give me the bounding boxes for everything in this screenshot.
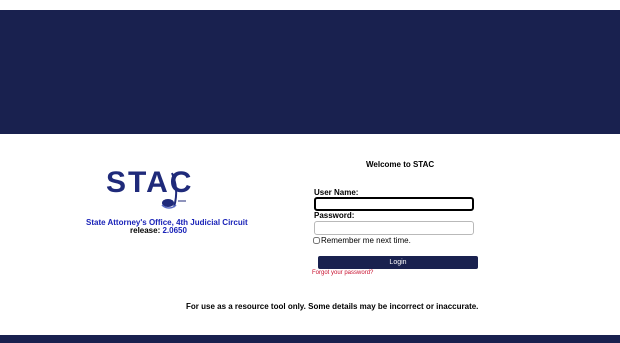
logo-text: STAC <box>106 166 194 199</box>
header-banner <box>0 10 620 134</box>
welcome-title: Welcome to STAC <box>366 160 435 169</box>
login-button[interactable]: Login <box>318 256 478 269</box>
password-input[interactable] <box>314 221 474 235</box>
username-label: User Name: <box>314 188 359 197</box>
username-input[interactable] <box>314 197 474 211</box>
forgot-password-link[interactable]: Forgot your password? <box>312 270 373 276</box>
remember-checkbox[interactable] <box>313 237 320 244</box>
remember-label: Remember me next time. <box>321 236 411 245</box>
password-label: Password: <box>314 211 355 220</box>
release-version: 2.0650 <box>162 226 187 235</box>
disclaimer-text: For use as a resource tool only. Some de… <box>186 302 479 311</box>
footer-band <box>0 335 620 343</box>
remember-me[interactable]: Remember me next time. <box>313 236 411 245</box>
release-info: release: 2.0650 <box>130 226 187 235</box>
top-strip <box>0 0 620 10</box>
release-label: release: <box>130 226 161 235</box>
